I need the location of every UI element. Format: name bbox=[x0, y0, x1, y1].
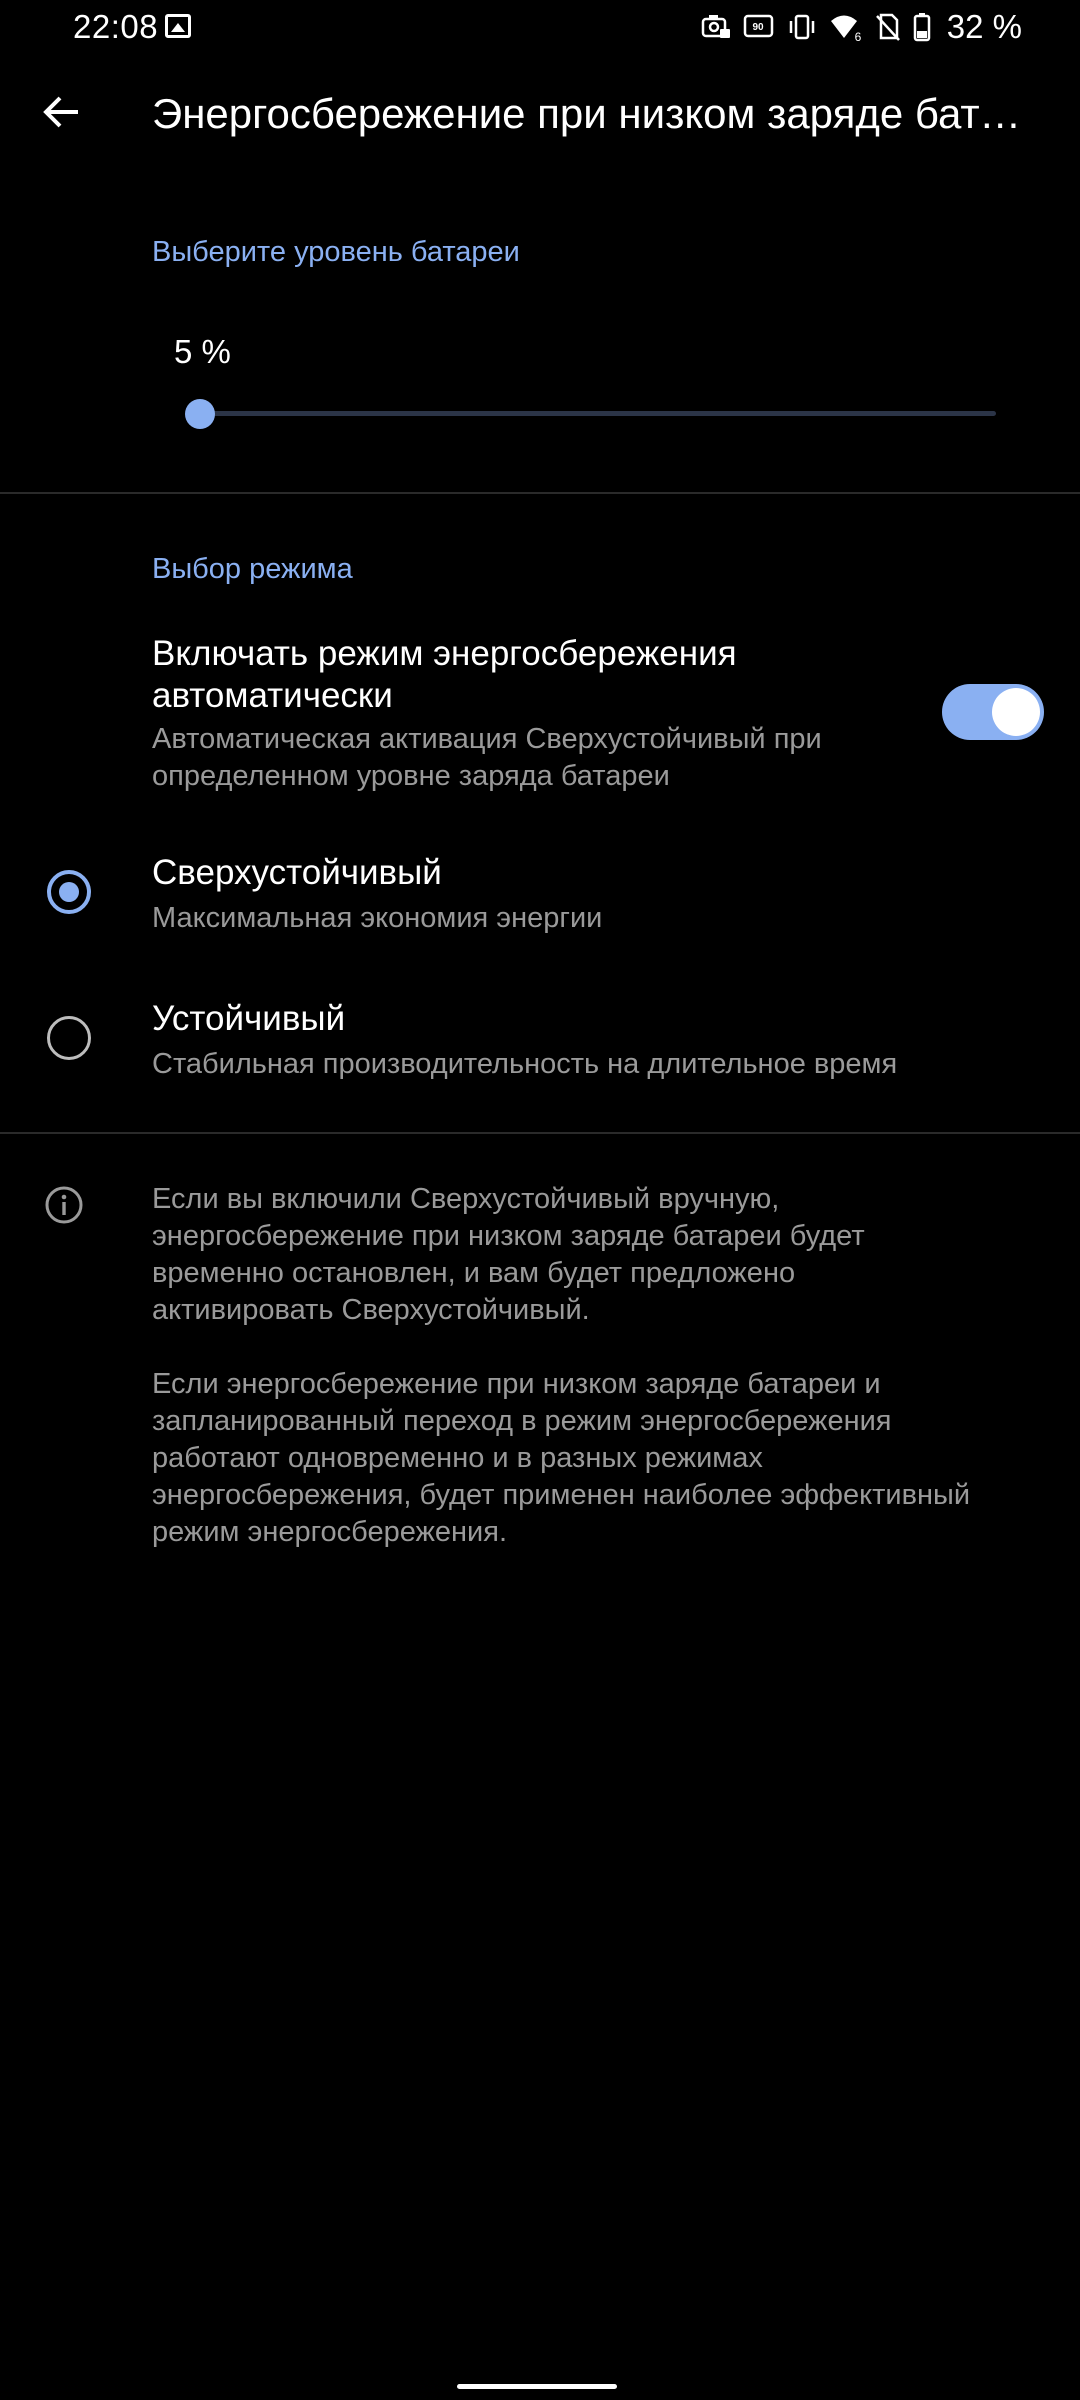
mode-option-subtitle: Стабильная производительность на длитель… bbox=[152, 1048, 898, 1080]
mode-option-title: Сверхустойчивый bbox=[152, 853, 442, 892]
auto-power-saving-subtitle: Автоматическая активация Сверхустойчивый… bbox=[152, 721, 822, 795]
battery-level-value: 5 % bbox=[174, 333, 231, 370]
battery-level-slider[interactable] bbox=[198, 411, 996, 416]
auto-power-saving-subtitle-line1: Автоматическая активация Сверхустойчивый… bbox=[152, 723, 822, 755]
info-icon bbox=[45, 1186, 83, 1224]
refresh-rate-90hz-icon: 90 bbox=[743, 14, 774, 38]
auto-power-saving-title: Включать режим энергосбережения автомати… bbox=[152, 633, 737, 717]
page-title: Энергосбережение при низком заряде батар… bbox=[152, 90, 1042, 137]
info-line: Если энергосбережение при низком заряде … bbox=[152, 1368, 881, 1400]
wifi-6-icon: 6 bbox=[830, 15, 861, 42]
vibrate-icon bbox=[789, 14, 815, 40]
svg-text:90: 90 bbox=[752, 22, 764, 33]
info-line: активировать Сверхустойчивый. bbox=[152, 1294, 590, 1326]
info-line: работают одновременно и в разных режимах bbox=[152, 1442, 763, 1474]
battery-level-header: Выберите уровень батареи bbox=[152, 236, 520, 268]
info-line: временно остановлен, и вам будет предлож… bbox=[152, 1257, 796, 1289]
gallery-icon bbox=[165, 14, 191, 38]
info-paragraph-1: Если вы включили Сверхустойчивый вручную… bbox=[152, 1181, 1042, 1329]
auto-power-saving-toggle[interactable] bbox=[942, 684, 1044, 740]
no-sim-icon bbox=[875, 13, 900, 41]
section-divider bbox=[0, 492, 1080, 494]
info-line: Если вы включили Сверхустойчивый вручную… bbox=[152, 1183, 780, 1215]
mode-option-subtitle: Максимальная экономия энергии bbox=[152, 902, 603, 934]
radio-ultra-durable[interactable] bbox=[47, 870, 91, 914]
info-line: энергосбережение при низком заряде батар… bbox=[152, 1220, 865, 1252]
back-button[interactable] bbox=[32, 82, 92, 142]
svg-text:6: 6 bbox=[854, 30, 861, 42]
status-bar: 22:08 90 6 32 % bbox=[0, 0, 1080, 54]
battery-icon bbox=[913, 13, 931, 42]
battery-percentage: 32 % bbox=[946, 8, 1022, 45]
auto-power-saving-title-line2: автоматически bbox=[152, 676, 393, 715]
section-divider bbox=[0, 1132, 1080, 1134]
info-paragraph-2: Если энергосбережение при низком заряде … bbox=[152, 1366, 1042, 1551]
status-time: 22:08 bbox=[73, 8, 159, 45]
info-line: режим энергосбережения. bbox=[152, 1516, 508, 1548]
status-icons: 90 6 32 % bbox=[701, 8, 1022, 45]
mode-header: Выбор режима bbox=[152, 553, 353, 585]
arrow-back-icon bbox=[43, 96, 78, 128]
auto-power-saving-title-line1: Включать режим энергосбережения bbox=[152, 634, 737, 673]
auto-power-saving-subtitle-line2: определенном уровне заряда батареи bbox=[152, 760, 670, 792]
gesture-nav-handle[interactable] bbox=[457, 2384, 617, 2389]
info-line: энергосбережения, будет применен наиболе… bbox=[152, 1479, 971, 1511]
radio-durable[interactable] bbox=[47, 1016, 91, 1060]
mode-option-title: Устойчивый bbox=[152, 999, 346, 1038]
battery-level-slider-thumb[interactable] bbox=[185, 399, 215, 429]
toggle-knob bbox=[992, 688, 1040, 736]
info-line: запланированный переход в режим энергосб… bbox=[152, 1405, 892, 1437]
camera-lock-icon bbox=[701, 15, 730, 38]
